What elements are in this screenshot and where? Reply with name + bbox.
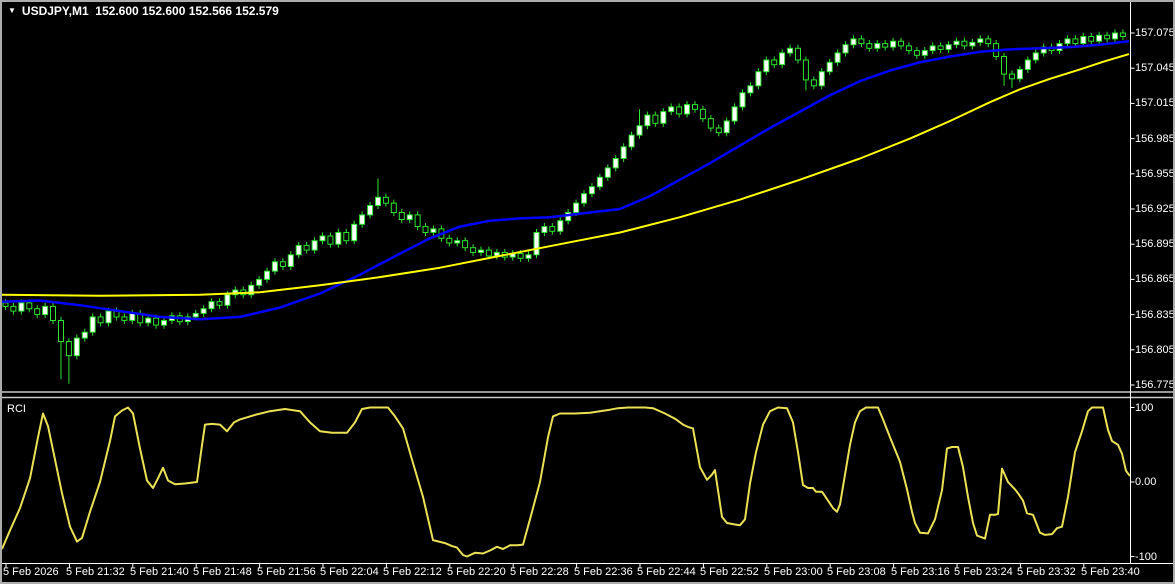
main-chart-surface[interactable] (2, 2, 1130, 391)
rci-panel-surface[interactable] (2, 399, 1130, 563)
time-axis-surface[interactable] (2, 564, 1173, 582)
panel-splitter-handle[interactable] (2, 391, 1173, 399)
price-axis-surface[interactable] (1130, 2, 1173, 563)
chart-window: ▼ USDJPY,M1 152.600 152.600 152.566 152.5… (0, 0, 1175, 584)
